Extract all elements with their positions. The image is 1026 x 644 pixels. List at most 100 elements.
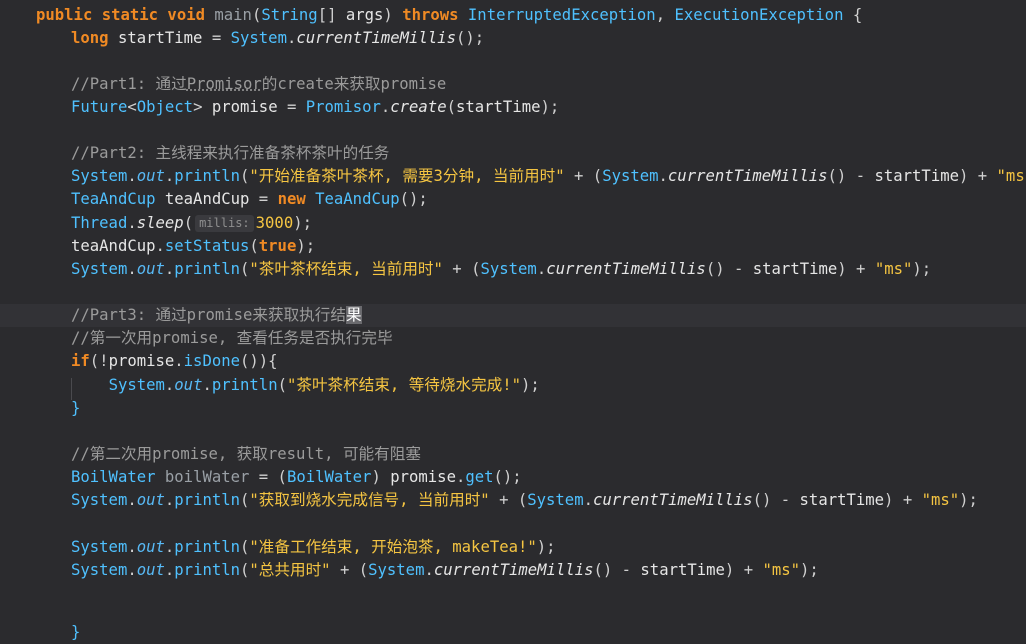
code-token: . (164, 167, 175, 185)
code-token: Promisor (186, 75, 262, 93)
code-line-content: public static void main(String[] args) t… (36, 4, 862, 27)
code-line[interactable]: public static void main(String[] args) t… (0, 4, 1026, 27)
code-line[interactable]: Future<Object> promise = Promisor.create… (0, 96, 1026, 119)
code-line-content: } (71, 397, 80, 420)
code-line[interactable]: System.out.println("开始准备茶叶茶杯, 需要3分钟, 当前用… (0, 165, 1026, 188)
code-token: Thread (71, 214, 128, 232)
code-token: . (155, 237, 165, 255)
code-token: . (455, 468, 466, 486)
code-token: ( (251, 6, 262, 24)
code-token: System (108, 376, 165, 394)
code-token: ); (293, 214, 312, 232)
code-token: println (174, 538, 241, 556)
code-token: BoilWater (71, 468, 165, 486)
code-line[interactable]: //Part1: 通过Promisor的create来获取promise (0, 73, 1026, 96)
code-token: out (136, 561, 165, 579)
code-line-current[interactable]: //Part3: 通过promise来获取执行结果 (0, 304, 1026, 327)
code-line[interactable]: } (0, 397, 1026, 420)
code-line-content: //第一次用promise, 查看任务是否执行完毕 (71, 327, 393, 350)
code-token: ); (521, 376, 540, 394)
code-line[interactable] (0, 281, 1026, 304)
code-token: = (202, 29, 231, 47)
code-token: 的create来获取promise (261, 75, 447, 93)
code-line[interactable] (0, 119, 1026, 142)
code-token: true (258, 237, 297, 255)
code-line-content: BoilWater boilWater = (BoilWater) promis… (71, 466, 522, 489)
code-token: System (527, 491, 584, 509)
code-token: public static void (36, 6, 215, 24)
code-line[interactable]: teaAndCup.setStatus(true); (0, 235, 1026, 258)
code-token: currentTimeMillis (433, 561, 594, 579)
code-line[interactable] (0, 420, 1026, 443)
code-line[interactable]: //第二次用promise, 获取result, 可能有阻塞 (0, 443, 1026, 466)
code-token: () - (752, 491, 800, 509)
code-token: . (286, 29, 297, 47)
code-line[interactable] (0, 50, 1026, 73)
code-line[interactable]: System.out.println("准备工作结束, 开始泡茶, makeTe… (0, 536, 1026, 559)
code-token: (! (89, 352, 109, 370)
code-token: startTime (874, 167, 959, 185)
code-token: get (465, 468, 494, 486)
code-token: . (174, 352, 184, 370)
code-token: ( (277, 376, 287, 394)
code-token: out (174, 376, 203, 394)
code-token: //第二次用promise, 获取result, 可能有阻塞 (71, 445, 421, 463)
code-line[interactable]: System.out.println("总共用时" + (System.curr… (0, 559, 1026, 582)
code-token: { (843, 6, 863, 24)
code-line-content: //Part1: 通过Promisor的create来获取promise (71, 73, 446, 96)
code-token: setStatus (164, 237, 250, 255)
code-token: TeaAndCup (71, 190, 165, 208)
code-token: ) + (724, 561, 763, 579)
code-token: () - (593, 561, 641, 579)
code-token: System (71, 167, 128, 185)
code-token: ( (240, 561, 250, 579)
code-token: . (380, 98, 391, 116)
code-line[interactable]: TeaAndCup teaAndCup = new TeaAndCup(); (0, 188, 1026, 211)
code-token: . (583, 491, 593, 509)
code-token: println (174, 491, 241, 509)
code-editor[interactable]: public static void main(String[] args) t… (0, 0, 1026, 641)
code-line-content: //第二次用promise, 获取result, 可能有阻塞 (71, 443, 421, 466)
code-token: . (164, 260, 175, 278)
code-token: args (345, 6, 384, 24)
code-token: //Part1: 通过 (71, 75, 187, 93)
code-token: System (71, 561, 128, 579)
code-line[interactable] (0, 582, 1026, 605)
code-line-content: //Part3: 通过promise来获取执行结果 (71, 304, 362, 327)
code-token: = ( (249, 468, 287, 486)
code-token: . (658, 167, 668, 185)
code-line[interactable]: } (0, 621, 1026, 644)
code-token: "茶叶茶杯结束, 当前用时" (249, 260, 443, 278)
code-line[interactable] (0, 513, 1026, 536)
code-line[interactable]: //第一次用promise, 查看任务是否执行完毕 (0, 327, 1026, 350)
code-token: ( (240, 491, 250, 509)
code-token: Promisor (305, 98, 381, 116)
code-line[interactable]: if(!promise.isDone()){ (0, 350, 1026, 373)
code-token: System (480, 260, 537, 278)
code-line-content: System.out.println("茶叶茶杯结束, 当前用时" + (Sys… (71, 258, 931, 281)
code-token: InterruptedException (467, 6, 656, 24)
code-token: . (202, 376, 212, 394)
code-token: "茶叶茶杯结束, 等待烧水完成!" (286, 376, 522, 394)
code-token: "ms" (921, 491, 960, 509)
code-token: //Part3: 通过promise来获取执行结 (71, 306, 346, 324)
code-token: promise (390, 468, 456, 486)
code-line-content: System.out.println("准备工作结束, 开始泡茶, makeTe… (71, 536, 556, 559)
code-token: . (127, 538, 137, 556)
code-token: System (71, 260, 128, 278)
code-token: startTime (117, 29, 203, 47)
code-line[interactable]: //Part2: 主线程来执行准备茶杯茶叶的任务 (0, 142, 1026, 165)
code-line[interactable]: System.out.println("茶叶茶杯结束, 当前用时" + (Sys… (0, 258, 1026, 281)
code-line[interactable]: Thread.sleep(millis: 3000); (0, 212, 1026, 235)
code-line[interactable]: BoilWater boilWater = (BoilWater) promis… (0, 466, 1026, 489)
code-token: startTime (455, 98, 541, 116)
code-line[interactable]: System.out.println("获取到烧水完成信号, 当前用时" + (… (0, 489, 1026, 512)
code-token: (); (399, 190, 428, 208)
code-line[interactable]: long startTime = System.currentTimeMilli… (0, 27, 1026, 50)
code-token: > (193, 98, 212, 116)
code-line[interactable]: System.out.println("茶叶茶杯结束, 等待烧水完成!"); (0, 374, 1026, 397)
code-token: + ( (330, 561, 369, 579)
code-token: startTime (799, 491, 885, 509)
code-token: () - (827, 167, 875, 185)
